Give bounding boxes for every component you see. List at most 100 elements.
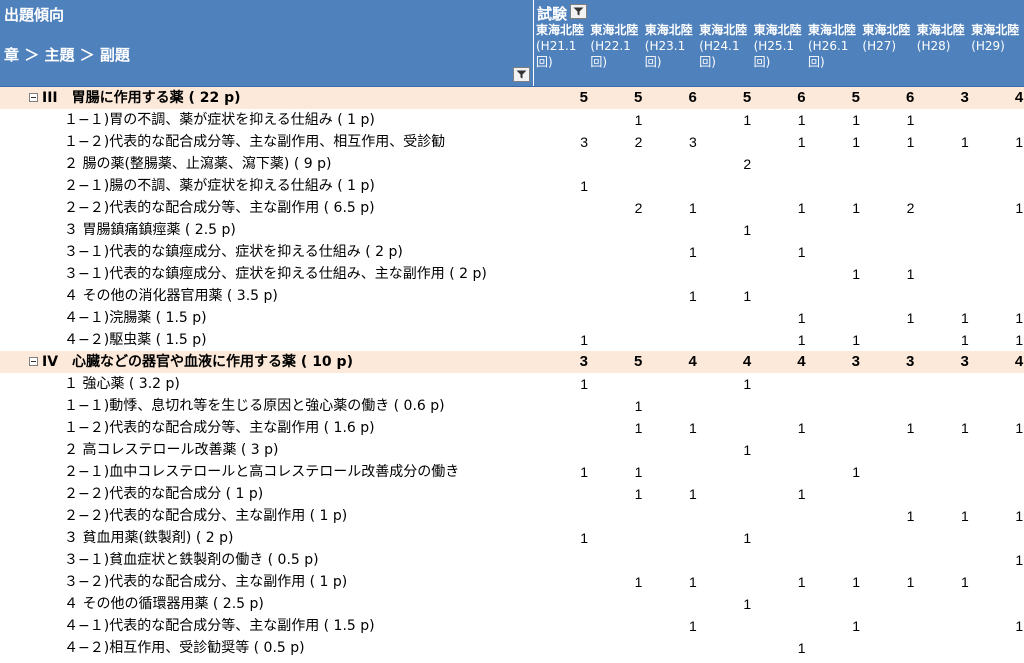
data-cell[interactable]	[754, 461, 808, 483]
data-cell[interactable]: 1	[917, 417, 971, 439]
data-cell[interactable]: 4	[754, 351, 808, 373]
data-cell[interactable]: 3	[862, 351, 916, 373]
data-cell[interactable]	[862, 549, 916, 571]
data-cell[interactable]	[971, 285, 1024, 307]
data-cell[interactable]	[590, 505, 644, 527]
row-filter-button[interactable]	[513, 67, 530, 82]
data-cell[interactable]	[536, 219, 590, 241]
data-cell[interactable]	[971, 175, 1024, 197]
data-cell[interactable]: 1	[645, 241, 699, 263]
column-header-5[interactable]: 東海北陸 (H25.1回)	[754, 22, 808, 86]
data-cell[interactable]: 1	[645, 483, 699, 505]
data-cell[interactable]	[917, 109, 971, 131]
data-cell[interactable]	[971, 395, 1024, 417]
data-cell[interactable]: 1	[754, 307, 808, 329]
data-cell[interactable]	[536, 571, 590, 593]
data-cell[interactable]	[971, 483, 1024, 505]
data-cell[interactable]	[808, 241, 862, 263]
data-cell[interactable]	[917, 153, 971, 175]
data-cell[interactable]	[590, 549, 644, 571]
data-cell[interactable]	[754, 219, 808, 241]
data-cell[interactable]	[917, 241, 971, 263]
data-cell[interactable]	[808, 395, 862, 417]
data-cell[interactable]	[917, 593, 971, 615]
data-cell[interactable]	[862, 439, 916, 461]
data-cell[interactable]	[536, 593, 590, 615]
data-cell[interactable]: 1	[536, 175, 590, 197]
data-cell[interactable]: 1	[862, 131, 916, 153]
data-cell[interactable]	[971, 637, 1024, 659]
data-cell[interactable]: 1	[645, 417, 699, 439]
data-cell[interactable]	[971, 153, 1024, 175]
data-cell[interactable]	[917, 197, 971, 219]
data-cell[interactable]: 1	[862, 417, 916, 439]
data-cell[interactable]	[699, 197, 753, 219]
data-cell[interactable]	[971, 571, 1024, 593]
data-cell[interactable]: 1	[536, 527, 590, 549]
data-cell[interactable]	[645, 395, 699, 417]
data-cell[interactable]: 1	[754, 637, 808, 659]
data-cell[interactable]	[645, 549, 699, 571]
data-cell[interactable]: 3	[808, 351, 862, 373]
column-header-8[interactable]: 東海北陸 (H28)	[917, 22, 971, 86]
data-cell[interactable]	[754, 615, 808, 637]
data-cell[interactable]	[699, 241, 753, 263]
data-cell[interactable]	[862, 483, 916, 505]
data-cell[interactable]: 1	[754, 329, 808, 351]
data-cell[interactable]	[917, 461, 971, 483]
data-cell[interactable]: 1	[645, 571, 699, 593]
data-cell[interactable]: 1	[808, 615, 862, 637]
data-cell[interactable]: 1	[645, 197, 699, 219]
data-cell[interactable]: 1	[754, 131, 808, 153]
data-cell[interactable]	[536, 505, 590, 527]
data-cell[interactable]	[536, 483, 590, 505]
data-cell[interactable]: 1	[971, 329, 1024, 351]
data-cell[interactable]	[590, 637, 644, 659]
data-cell[interactable]: 1	[536, 329, 590, 351]
data-cell[interactable]	[699, 175, 753, 197]
data-cell[interactable]: 1	[971, 131, 1024, 153]
column-header-7[interactable]: 東海北陸 (H27)	[862, 22, 916, 86]
data-cell[interactable]: 1	[699, 527, 753, 549]
data-cell[interactable]: 1	[971, 307, 1024, 329]
data-cell[interactable]	[971, 263, 1024, 285]
data-cell[interactable]: 1	[699, 285, 753, 307]
data-cell[interactable]	[862, 461, 916, 483]
data-cell[interactable]	[862, 285, 916, 307]
data-cell[interactable]	[917, 263, 971, 285]
data-cell[interactable]: 1	[808, 109, 862, 131]
data-cell[interactable]	[917, 637, 971, 659]
column-header-2[interactable]: 東海北陸 (H22.1回)	[590, 22, 644, 86]
data-cell[interactable]	[536, 637, 590, 659]
data-cell[interactable]: 1	[754, 417, 808, 439]
data-cell[interactable]: 2	[590, 197, 644, 219]
data-cell[interactable]	[862, 615, 916, 637]
data-cell[interactable]	[590, 527, 644, 549]
data-cell[interactable]	[590, 285, 644, 307]
data-cell[interactable]: 1	[590, 571, 644, 593]
data-cell[interactable]	[808, 285, 862, 307]
data-cell[interactable]: 6	[645, 87, 699, 109]
data-cell[interactable]	[808, 219, 862, 241]
data-cell[interactable]: 3	[536, 131, 590, 153]
data-cell[interactable]	[536, 285, 590, 307]
data-cell[interactable]	[754, 439, 808, 461]
data-cell[interactable]: 6	[862, 87, 916, 109]
data-cell[interactable]	[862, 527, 916, 549]
data-cell[interactable]	[971, 373, 1024, 395]
data-cell[interactable]: 2	[699, 153, 753, 175]
data-cell[interactable]	[699, 483, 753, 505]
data-cell[interactable]: 5	[590, 87, 644, 109]
data-cell[interactable]	[645, 461, 699, 483]
data-cell[interactable]	[971, 461, 1024, 483]
data-cell[interactable]	[971, 109, 1024, 131]
data-cell[interactable]: 1	[917, 571, 971, 593]
column-header-3[interactable]: 東海北陸 (H23.1回)	[645, 22, 699, 86]
data-cell[interactable]	[645, 593, 699, 615]
data-cell[interactable]	[917, 615, 971, 637]
data-cell[interactable]	[536, 263, 590, 285]
data-cell[interactable]	[754, 395, 808, 417]
data-cell[interactable]	[590, 175, 644, 197]
data-cell[interactable]: 3	[645, 131, 699, 153]
data-cell[interactable]: 1	[971, 417, 1024, 439]
